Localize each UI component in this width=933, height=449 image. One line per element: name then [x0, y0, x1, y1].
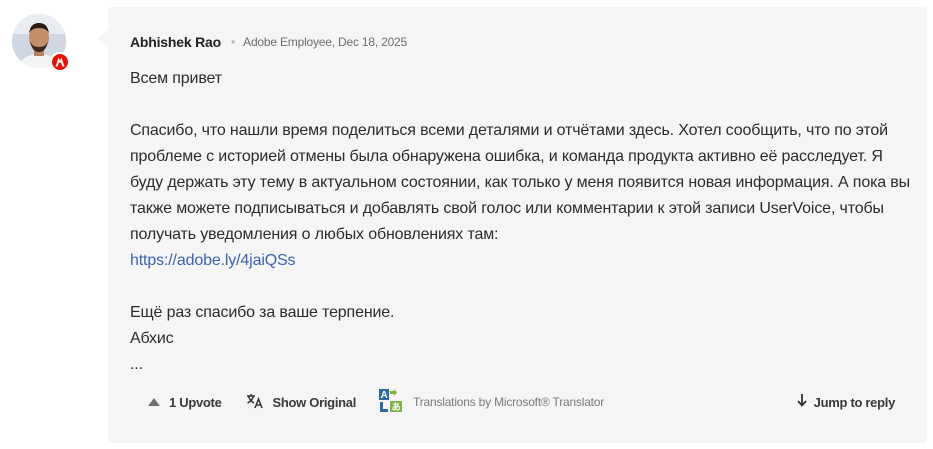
post-meta: Abhishek Rao • Adobe Employee, Dec 18, 2… [130, 34, 407, 50]
author-name[interactable]: Abhishek Rao [130, 34, 221, 50]
meta-separator: • [230, 35, 236, 49]
main-paragraph: Спасибо, что нашли время поделиться всем… [130, 118, 920, 274]
upvote-label: 1 Upvote [169, 394, 222, 410]
translate-icon [246, 393, 264, 412]
reply-card: Abhishek Rao • Adobe Employee, Dec 18, 2… [98, 7, 927, 443]
arrow-down-icon [796, 393, 807, 411]
post-actions: 1 Upvote Show Original A あ Translations … [148, 388, 896, 412]
show-original-button[interactable]: Show Original [246, 393, 357, 412]
microsoft-translator-icon: A あ [378, 388, 404, 417]
translation-attribution: A あ Translations by Microsoft® Translato… [378, 388, 604, 417]
jump-to-reply-button[interactable]: Jump to reply [796, 393, 896, 411]
truncation-ellipsis[interactable]: ... [130, 352, 920, 378]
upvote-triangle-icon [148, 398, 160, 406]
svg-text:あ: あ [392, 402, 401, 412]
greeting-text: Всем привет [130, 70, 222, 87]
author-role-date: Adobe Employee, Dec 18, 2025 [243, 35, 408, 49]
short-url-link[interactable]: https://adobe.ly/4jaiQSs [130, 252, 296, 269]
translations-label: Translations by Microsoft® Translator [413, 395, 605, 409]
svg-text:A: A [381, 390, 388, 401]
author-avatar[interactable] [12, 14, 70, 72]
signature-text: Абхис [130, 330, 174, 347]
show-original-label: Show Original [272, 394, 357, 410]
upvote-button[interactable]: 1 Upvote [148, 395, 222, 410]
jump-label: Jump to reply [813, 394, 896, 410]
uservoice-link[interactable]: UserVoice [759, 200, 831, 217]
thanks-text: Ещё раз спасибо за ваше терпение. [130, 304, 395, 321]
adobe-badge-icon [50, 52, 70, 72]
post-body: Всем привет Спасибо, что нашли время под… [130, 66, 920, 378]
